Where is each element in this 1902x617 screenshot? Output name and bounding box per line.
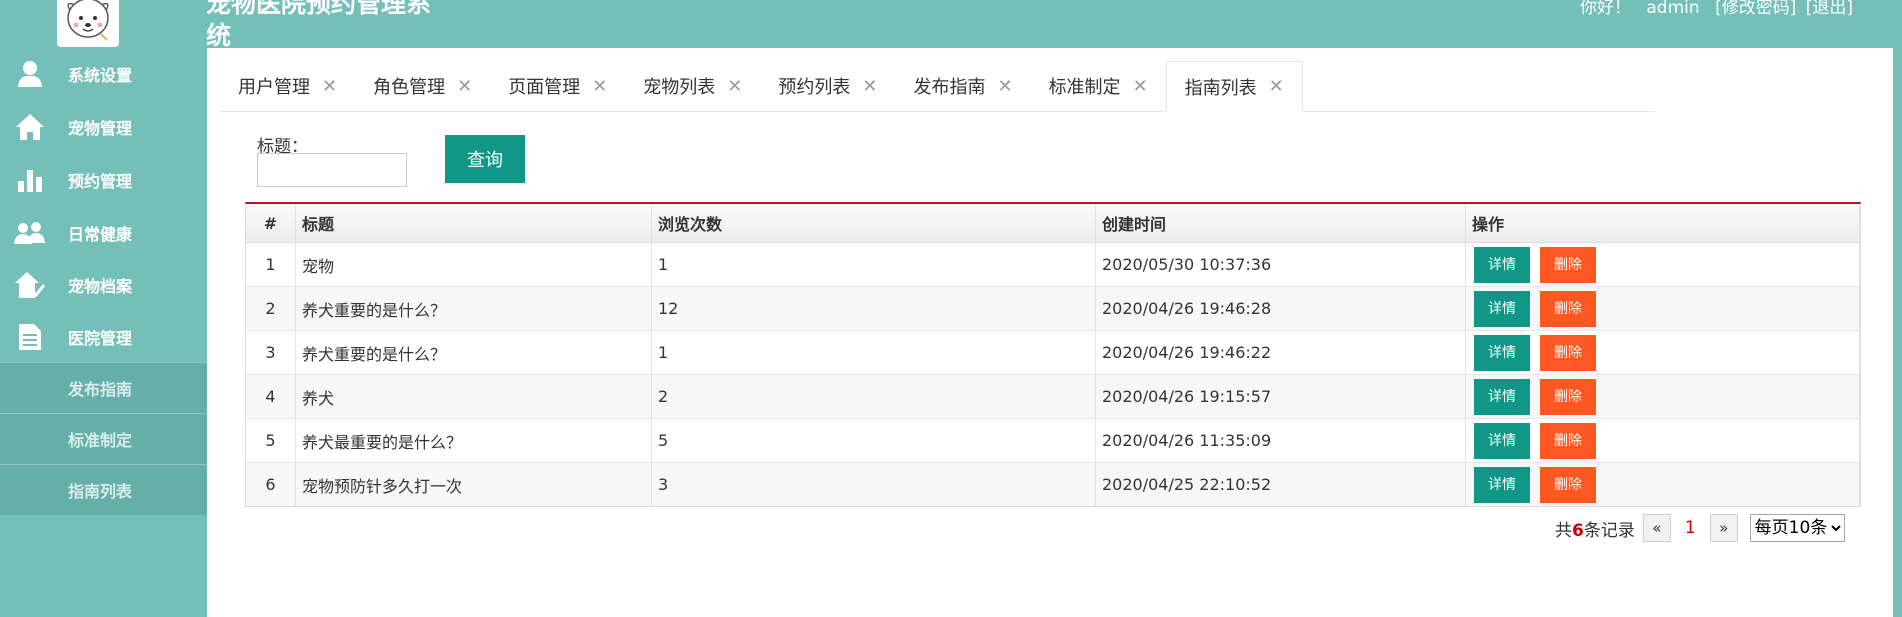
detail-button[interactable]: 详情 — [1474, 290, 1530, 327]
delete-button[interactable]: 删除 — [1540, 466, 1596, 503]
close-icon[interactable]: ✕ — [592, 76, 607, 97]
table-row: 6 宠物预防针多久打一次 3 2020/04/25 22:10:52 详情 删除 — [246, 462, 1860, 506]
close-icon[interactable]: ✕ — [727, 76, 742, 97]
tab-standard-setting[interactable]: 标准制定 ✕ — [1031, 61, 1166, 111]
close-icon[interactable]: ✕ — [1133, 76, 1148, 97]
guide-table: # 标题 浏览次数 创建时间 操作 1 宠物 1 2020/05/30 10:3… — [245, 202, 1861, 507]
tab-user-management[interactable]: 用户管理 ✕ — [220, 61, 355, 111]
title-search-input[interactable] — [257, 153, 407, 187]
delete-button[interactable]: 删除 — [1540, 422, 1596, 459]
table-row: 3 养犬重要的是什么？ 1 2020/04/26 19:46:22 详情 删除 — [246, 330, 1860, 375]
scrollbar[interactable] — [1893, 0, 1902, 617]
sidebar-subitem-standard-setting[interactable]: 标准制定 — [0, 413, 207, 464]
detail-button[interactable]: 详情 — [1474, 246, 1530, 283]
prev-page-button[interactable]: « — [1642, 514, 1671, 542]
close-icon[interactable]: ✕ — [997, 76, 1012, 97]
sidebar-subitem-publish-guide[interactable]: 发布指南 — [0, 362, 207, 413]
tab-pet-list[interactable]: 宠物列表 ✕ — [625, 61, 760, 111]
bar-chart-icon — [14, 164, 46, 196]
tab-role-management[interactable]: 角色管理 ✕ — [355, 61, 490, 111]
detail-button[interactable]: 详情 — [1474, 378, 1530, 415]
tab-bar: 用户管理 ✕ 角色管理 ✕ 页面管理 ✕ 宠物列表 ✕ 预约列表 ✕ 发布指南 ✕ 标准制定… — [220, 61, 1655, 112]
home-icon — [14, 111, 46, 143]
detail-button[interactable]: 详情 — [1474, 466, 1530, 503]
column-header: 标题 — [295, 204, 652, 243]
total-records: 共6条记录 — [1555, 520, 1635, 541]
column-header: 操作 — [1465, 204, 1860, 243]
column-header: 浏览次数 — [651, 204, 1096, 243]
page-size-select[interactable]: 每页10条 — [1749, 514, 1845, 542]
delete-button[interactable]: 删除 — [1540, 334, 1596, 371]
close-icon[interactable]: ✕ — [1269, 76, 1284, 97]
sidebar: 系统设置 宠物管理 预约管理 日常健康 宠物档案 医院管理 发布指南 标准制定 — [0, 0, 207, 617]
delete-button[interactable]: 删除 — [1540, 246, 1596, 283]
table-row: 4 养犬 2 2020/04/26 19:15:57 详情 删除 — [246, 374, 1860, 419]
delete-button[interactable]: 删除 — [1540, 290, 1596, 327]
home-check-icon — [14, 269, 46, 301]
delete-button[interactable]: 删除 — [1540, 378, 1596, 415]
pagination: 共6条记录 « 1 » 每页10条 — [1555, 514, 1845, 542]
sidebar-item-appointment-management[interactable]: 预约管理 — [0, 154, 207, 206]
sidebar-item-system-settings[interactable]: 系统设置 — [0, 48, 207, 100]
top-bar: 宠物医院预约管理系统 你好！ admin [修改密码] [退出] — [0, 0, 1893, 50]
app-title: 宠物医院预约管理系统 — [206, 0, 432, 50]
detail-button[interactable]: 详情 — [1474, 334, 1530, 371]
logo — [57, 0, 119, 47]
close-icon[interactable]: ✕ — [457, 76, 472, 97]
table-row: 2 养犬重要的是什么？ 12 2020/04/26 19:46:28 详情 删除 — [246, 286, 1860, 331]
change-password-link[interactable]: [修改密码] — [1715, 0, 1796, 18]
next-page-button[interactable]: » — [1709, 514, 1738, 542]
close-icon[interactable]: ✕ — [862, 76, 877, 97]
tab-appointment-list[interactable]: 预约列表 ✕ — [760, 61, 895, 111]
sidebar-item-hospital-management[interactable]: 医院管理 — [0, 311, 207, 363]
user-area: 你好！ admin [修改密码] [退出] — [1570, 0, 1853, 17]
username: admin — [1646, 0, 1700, 18]
column-header: # — [246, 204, 296, 243]
table-row: 1 宠物 1 2020/05/30 10:37:36 详情 删除 — [246, 242, 1860, 287]
detail-button[interactable]: 详情 — [1474, 422, 1530, 459]
table-row: 5 养犬最重要的是什么？ 5 2020/04/26 11:35:09 详情 删除 — [246, 418, 1860, 463]
close-icon[interactable]: ✕ — [322, 76, 337, 97]
current-page[interactable]: 1 — [1685, 518, 1696, 538]
sidebar-subitem-guide-list[interactable]: 指南列表 — [0, 464, 207, 515]
column-header: 创建时间 — [1095, 204, 1466, 243]
query-button[interactable]: 查询 — [445, 135, 525, 183]
group-icon — [14, 217, 46, 249]
greeting-text: 你好！ — [1579, 0, 1631, 18]
tab-publish-guide[interactable]: 发布指南 ✕ — [895, 61, 1030, 111]
document-icon — [14, 321, 46, 353]
sidebar-item-pet-management[interactable]: 宠物管理 — [0, 101, 207, 153]
logout-link[interactable]: [退出] — [1806, 0, 1853, 18]
user-icon — [14, 58, 46, 90]
sidebar-item-pet-archive[interactable]: 宠物档案 — [0, 259, 207, 311]
tab-guide-list[interactable]: 指南列表 ✕ — [1165, 61, 1303, 112]
sidebar-item-daily-health[interactable]: 日常健康 — [0, 207, 207, 259]
tab-page-management[interactable]: 页面管理 ✕ — [490, 61, 625, 111]
table-header-row: # 标题 浏览次数 创建时间 操作 — [246, 204, 1860, 243]
